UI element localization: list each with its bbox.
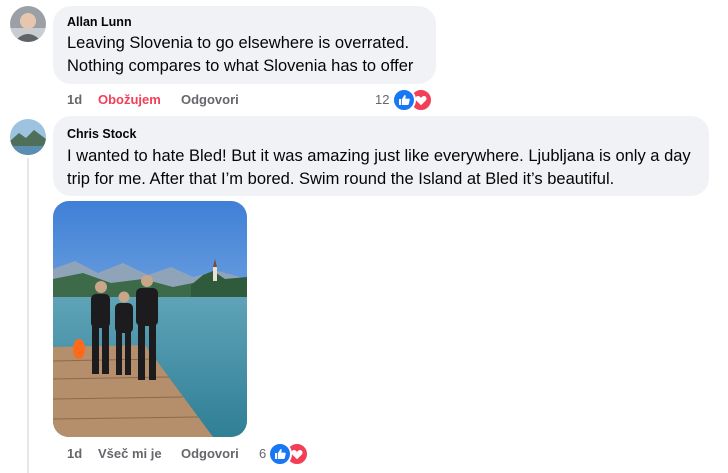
- reply-button[interactable]: Odgovori: [181, 92, 239, 108]
- reply-button[interactable]: Odgovori: [181, 446, 239, 462]
- like-icon: [392, 88, 416, 112]
- comment-timestamp[interactable]: 1d: [67, 446, 82, 462]
- reaction-button[interactable]: Obožujem: [98, 92, 161, 108]
- avatar[interactable]: [10, 6, 46, 42]
- lake-bled-swimmers-photo[interactable]: [53, 201, 247, 437]
- like-icon: [268, 442, 292, 466]
- comment-timestamp[interactable]: 1d: [67, 92, 82, 108]
- comment-text-line: trip for me. After that I’m bored. Swim …: [67, 170, 615, 188]
- comment-text-line: Leaving Slovenia to go elsewhere is over…: [67, 34, 410, 52]
- comment-text-line: Nothing compares to what Slovenia has to…: [67, 57, 414, 75]
- reply-thread-line: [27, 158, 29, 473]
- reaction-count[interactable]: 6: [259, 446, 266, 462]
- comment-author[interactable]: Allan Lunn: [67, 15, 132, 30]
- avatar[interactable]: [10, 119, 46, 155]
- comment-text-line: I wanted to hate Bled! But it was amazin…: [67, 147, 691, 165]
- like-button[interactable]: Všeč mi je: [98, 446, 162, 462]
- reaction-count[interactable]: 12: [375, 92, 389, 108]
- comment-author[interactable]: Chris Stock: [67, 127, 136, 142]
